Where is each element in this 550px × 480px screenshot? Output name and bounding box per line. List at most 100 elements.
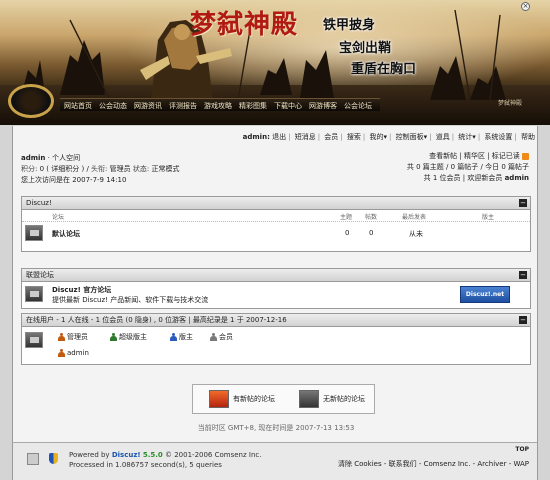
- top-menu-bar: admin: 退出 | 短消息 | 会员 | 搜索 | 我的▾ | 控制面板▾ | 道具 | …: [242, 133, 535, 141]
- site-title: 梦弑神殿: [190, 10, 299, 40]
- forum-icon: [25, 225, 43, 241]
- user-icon: [58, 333, 65, 341]
- user-icon: [110, 333, 117, 341]
- forum-icon: [25, 286, 43, 302]
- shield-icon: [49, 453, 58, 464]
- online-icon: [25, 332, 43, 348]
- discuz-version: 5.5.0: [142, 451, 163, 459]
- online-summary: 在线用户 - 1 人在线 - 1 位会员 (0 隐身) , 0 位游客 | 最高…: [26, 316, 287, 324]
- col-forum: 论坛: [52, 214, 65, 221]
- menu-search[interactable]: 搜索: [347, 133, 361, 141]
- nav-gallery[interactable]: 精彩图集: [239, 101, 267, 111]
- stats-members: 共 1 位会员 | 欢迎新会员: [423, 174, 503, 182]
- points-value: 0: [39, 165, 45, 173]
- online-header: 在线用户 - 1 人在线 - 1 位会员 (0 隐身) , 0 位游客 | 最高…: [22, 314, 530, 327]
- rss-feed-icon[interactable]: [27, 453, 39, 465]
- points-label: 积分:: [21, 165, 38, 173]
- legend-new-posts: 有新帖的论坛: [209, 390, 275, 408]
- stats-posts: 共 0 篇主题 / 0 篇帖子 / 今日 0 篇帖子: [406, 163, 529, 171]
- online-user[interactable]: admin: [58, 349, 89, 357]
- menu-control-panel[interactable]: 控制面板: [396, 133, 424, 141]
- online-body: 管理员 超级版主 版主 会员 admin: [22, 327, 530, 364]
- slogan-line-2: 宝剑出鞘: [339, 41, 392, 56]
- newest-member[interactable]: admin: [505, 174, 529, 182]
- close-icon[interactable]: ×: [521, 2, 530, 11]
- menu-messages[interactable]: 短消息: [295, 133, 316, 141]
- banner-right-text: 梦弑神殿: [498, 100, 523, 107]
- site-nav: 网站首页 公会动态 网游资讯 评测报告 游戏攻略 精彩图集 下载中心 网游博客 …: [60, 98, 380, 111]
- rss-icon[interactable]: [522, 152, 529, 160]
- forum-last-post: 从未: [409, 230, 423, 238]
- chevron-down-icon: ▾: [472, 133, 476, 141]
- page-footer: TOP Powered by Discuz! 5.5.0 © 2001-2006…: [12, 442, 538, 480]
- nav-downloads[interactable]: 下载中心: [274, 101, 302, 111]
- nav-forum[interactable]: 公会论坛: [344, 101, 372, 111]
- forum-row: 默认论坛 0 0 从未: [22, 222, 530, 244]
- col-posts: 帖数: [365, 214, 378, 221]
- user-info: admin · 个人空间 积分: 0 ( 详细积分 ) / 头衔: 管理员 状态…: [21, 154, 180, 184]
- menu-help[interactable]: 帮助: [521, 133, 535, 141]
- nav-blog[interactable]: 网游博客: [309, 101, 337, 111]
- forum-posts: 0: [369, 229, 374, 237]
- menu-logout[interactable]: 退出: [272, 133, 286, 141]
- footer-links[interactable]: 清除 Cookies - 联系我们 - Comsenz Inc. - Archi…: [338, 459, 529, 469]
- user-icon: [170, 333, 177, 341]
- link-mark-read[interactable]: 标记已读: [492, 152, 520, 160]
- legend-admin: 管理员: [58, 332, 88, 342]
- collapse-icon[interactable]: −: [519, 271, 527, 279]
- alliance-header: 联盟论坛 −: [22, 269, 530, 282]
- copyright: © 2001-2006 Comsenz Inc.: [165, 451, 262, 459]
- legend-member: 会员: [210, 332, 233, 342]
- no-new-posts-icon: [299, 390, 319, 408]
- collapse-icon[interactable]: −: [519, 199, 527, 207]
- user-icon: [210, 333, 217, 341]
- alliance-panel: 联盟论坛 − Discuz! 官方论坛 提供最新 Discuz! 产品新闻、软件…: [21, 268, 531, 309]
- col-moderators: 版主: [482, 214, 495, 221]
- menu-members[interactable]: 会员: [324, 133, 338, 141]
- forum-name[interactable]: 默认论坛: [52, 229, 80, 239]
- menu-mine[interactable]: 我的: [369, 133, 383, 141]
- title-value: 管理员: [109, 165, 131, 173]
- online-panel: 在线用户 - 1 人在线 - 1 位会员 (0 隐身) , 0 位游客 | 最高…: [21, 313, 531, 365]
- forum-legend-box: 有新帖的论坛 无新帖的论坛: [192, 384, 375, 414]
- status-value: 正常模式: [151, 165, 180, 173]
- slogan-line-1: 铁甲披身: [323, 18, 376, 33]
- menu-username: admin:: [242, 133, 270, 141]
- site-banner: 梦弑神殿 铁甲披身 宝剑出鞘 重盾在胸口 × 网站首页 公会动态 网游资讯 评测…: [0, 0, 550, 125]
- nav-guides[interactable]: 游戏攻略: [204, 101, 232, 111]
- nav-guild-news[interactable]: 公会动态: [99, 101, 127, 111]
- link-new-posts[interactable]: 查看新帖: [429, 152, 457, 160]
- legend-super-mod: 超级版主: [110, 332, 147, 342]
- user-space-link[interactable]: · 个人空间: [48, 154, 80, 162]
- alliance-forum-name[interactable]: Discuz! 官方论坛: [52, 285, 111, 295]
- menu-settings[interactable]: 系统设置: [484, 133, 512, 141]
- points-detail-link[interactable]: ( 详细积分 ): [46, 165, 84, 173]
- powered-by: Powered by Discuz! 5.5.0 © 2001-2006 Com…: [69, 451, 262, 469]
- chevron-down-icon: ▾: [383, 133, 387, 141]
- user-name[interactable]: admin: [21, 154, 45, 162]
- alliance-title: 联盟论坛: [26, 271, 54, 279]
- category-header: Discuz! −: [22, 197, 530, 210]
- forum-page: admin: 退出 | 短消息 | 会员 | 搜索 | 我的▾ | 控制面板▾ | 道具 | …: [12, 126, 538, 480]
- guild-logo: [8, 84, 54, 118]
- menu-items[interactable]: 道具: [436, 133, 450, 141]
- back-to-top-link[interactable]: TOP: [515, 446, 529, 453]
- alliance-row: Discuz! 官方论坛 提供最新 Discuz! 产品新闻、软件下载与技术交流…: [22, 282, 530, 308]
- col-last-post: 最后发表: [402, 214, 427, 221]
- user-icon: [58, 349, 65, 357]
- legend-mod: 版主: [170, 332, 193, 342]
- slogan-line-3: 重盾在胸口: [351, 62, 417, 77]
- nav-home[interactable]: 网站首页: [64, 101, 92, 111]
- new-posts-icon: [209, 390, 229, 408]
- forum-threads: 0: [345, 229, 350, 237]
- category-title[interactable]: Discuz!: [26, 199, 52, 207]
- collapse-icon[interactable]: −: [519, 316, 527, 324]
- link-digest[interactable]: 精华区: [464, 152, 485, 160]
- discuz-logo[interactable]: Discuz!.net: [460, 286, 510, 303]
- nav-reviews[interactable]: 评测报告: [169, 101, 197, 111]
- menu-stats[interactable]: 统计: [458, 133, 472, 141]
- discuz-link[interactable]: Discuz!: [112, 451, 141, 459]
- status-label: 状态:: [132, 165, 150, 173]
- chevron-down-icon: ▾: [423, 133, 428, 141]
- nav-game-news[interactable]: 网游资讯: [134, 101, 162, 111]
